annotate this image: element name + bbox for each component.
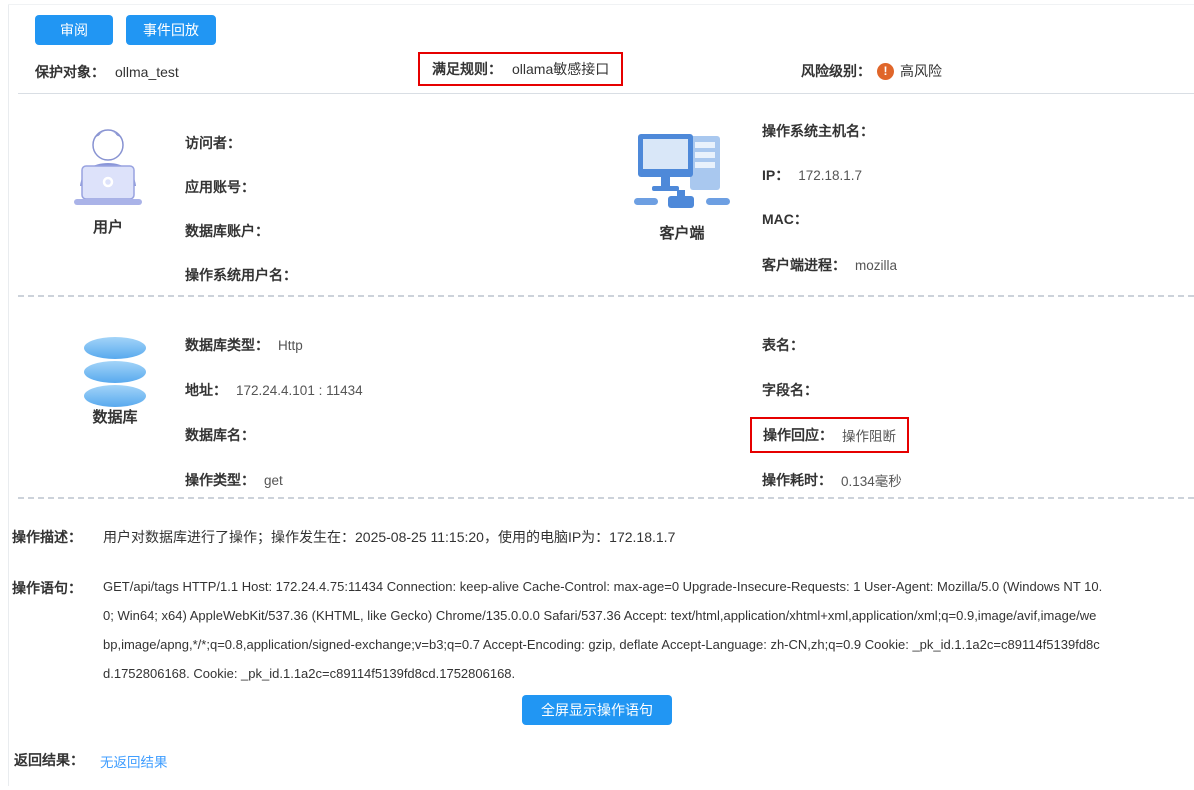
- field-db-account-label: 数据库账户：: [185, 221, 269, 241]
- field-os-username: 操作系统用户名：: [185, 265, 306, 285]
- field-os-hostname-label: 操作系统主机名：: [762, 121, 874, 141]
- risk-warning-icon: [877, 63, 894, 80]
- field-op-type-label: 操作类型：: [185, 470, 255, 490]
- protect-object-label: 保护对象：: [35, 62, 105, 82]
- client-icon: [634, 124, 730, 221]
- database-icon: [76, 336, 154, 413]
- panel-left-border: [8, 4, 9, 786]
- field-address: 地址： 172.24.4.101 : 11434: [185, 380, 363, 400]
- op-statement-value: GET/api/tags HTTP/1.1 Host: 172.24.4.75:…: [103, 572, 1103, 688]
- field-os-username-label: 操作系统用户名：: [185, 265, 297, 285]
- field-op-duration-label: 操作耗时：: [762, 470, 832, 490]
- op-statement-label: 操作语句：: [12, 578, 82, 598]
- field-op-duration-value: 0.134毫秒: [841, 470, 902, 490]
- field-visitor-label: 访问者：: [185, 133, 241, 153]
- return-result-label: 返回结果：: [14, 750, 84, 770]
- protect-object-value: ollma_test: [115, 64, 179, 80]
- field-visitor: 访问者：: [185, 133, 250, 153]
- rule-value: ollama敏感接口: [512, 59, 609, 79]
- field-table-name-label: 表名：: [762, 335, 804, 355]
- risk-level: 风险级别： 高风险: [801, 61, 942, 81]
- field-op-response-value: 操作阻断: [842, 425, 896, 445]
- event-replay-button[interactable]: 事件回放: [126, 15, 216, 45]
- field-ip: IP： 172.18.1.7: [762, 165, 862, 185]
- field-field-name: 字段名：: [762, 380, 827, 400]
- user-section-title: 用户: [50, 216, 166, 237]
- field-os-hostname: 操作系统主机名：: [762, 121, 883, 141]
- field-client-process-value: mozilla: [855, 258, 897, 273]
- fullscreen-statement-button[interactable]: 全屏显示操作语句: [522, 695, 672, 725]
- section-divider-1: [18, 295, 1194, 297]
- op-description-value: 用户对数据库进行了操作；操作发生在：2025-08-25 11:15:20，使用…: [103, 527, 675, 547]
- field-app-account: 应用账号：: [185, 177, 264, 197]
- field-db-account: 数据库账户：: [185, 221, 278, 241]
- field-mac-label: MAC：: [762, 209, 808, 229]
- field-db-name: 数据库名：: [185, 425, 264, 445]
- field-client-process-label: 客户端进程：: [762, 255, 846, 275]
- field-op-type-value: get: [264, 473, 283, 488]
- panel-top-border: [8, 4, 1194, 5]
- no-return-result-link[interactable]: 无返回结果: [100, 751, 168, 771]
- field-table-name: 表名：: [762, 335, 813, 355]
- field-db-type-label: 数据库类型：: [185, 335, 269, 355]
- field-db-type-value: Http: [278, 338, 303, 353]
- op-response-highlight-box: 操作回应： 操作阻断: [750, 417, 909, 453]
- field-app-account-label: 应用账号：: [185, 177, 255, 197]
- risk-level-label: 风险级别：: [801, 61, 871, 81]
- client-section-title: 客户端: [626, 222, 738, 243]
- field-address-value: 172.24.4.101 : 11434: [236, 383, 363, 398]
- section-divider-2: [18, 497, 1194, 499]
- field-db-type: 数据库类型： Http: [185, 335, 303, 355]
- event-detail-panel: 审阅 事件回放 保护对象： ollma_test 满足规则： ollama敏感接…: [0, 0, 1194, 790]
- rule-label: 满足规则：: [432, 59, 502, 79]
- user-icon: [62, 120, 154, 215]
- database-section-title: 数据库: [57, 406, 173, 427]
- toolbar: 审阅 事件回放: [35, 15, 216, 45]
- field-op-response-label: 操作回应：: [763, 425, 833, 445]
- protect-object: 保护对象： ollma_test: [35, 62, 179, 82]
- header-divider: [18, 93, 1194, 94]
- risk-level-value: 高风险: [900, 61, 942, 81]
- field-address-label: 地址：: [185, 380, 227, 400]
- field-mac: MAC：: [762, 209, 817, 229]
- field-db-name-label: 数据库名：: [185, 425, 255, 445]
- field-op-type: 操作类型： get: [185, 470, 283, 490]
- field-ip-value: 172.18.1.7: [798, 168, 862, 183]
- rule-highlight-box: 满足规则： ollama敏感接口: [418, 52, 623, 86]
- review-button[interactable]: 审阅: [35, 15, 113, 45]
- op-description-label: 操作描述：: [12, 527, 82, 547]
- field-field-name-label: 字段名：: [762, 380, 818, 400]
- field-client-process: 客户端进程： mozilla: [762, 255, 897, 275]
- field-op-duration: 操作耗时： 0.134毫秒: [762, 470, 902, 490]
- field-ip-label: IP：: [762, 165, 789, 185]
